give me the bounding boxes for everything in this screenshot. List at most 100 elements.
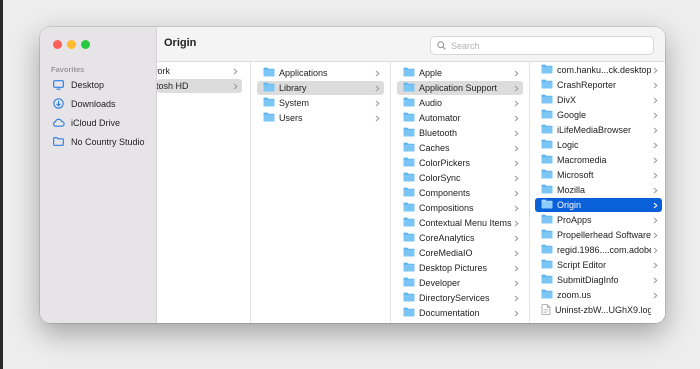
folder-item[interactable]: CoreMediaIO [397,246,523,260]
folder-icon [51,137,66,146]
minimize-button[interactable] [67,40,76,49]
folder-item[interactable]: Script Editor [535,258,662,272]
search-icon [437,41,446,50]
folder-icon [403,172,415,184]
item-label: DirectoryServices [419,293,490,303]
toolbar: Origin [157,27,665,62]
downloads-icon [51,98,66,109]
chevron-right-icon [512,70,520,77]
folder-item[interactable]: Compositions [397,201,523,215]
chevron-right-icon [651,82,659,89]
folder-item[interactable]: ProApps [535,213,662,227]
window-title: Origin [164,37,197,49]
folder-icon [403,307,415,319]
folder-item[interactable]: Propellerhead Software [535,228,662,242]
folder-item[interactable]: Audio [397,96,523,110]
folder-item[interactable]: CrashReporter [535,78,662,92]
item-label: Desktop Pictures [419,263,488,273]
browser-column-1[interactable]: work ntosh HD [157,62,250,323]
folder-item[interactable]: Google [535,108,662,122]
folder-icon [541,94,553,106]
chevron-right-icon [373,70,381,77]
chevron-right-icon [512,190,520,197]
search-input[interactable] [451,40,631,51]
folder-item[interactable]: Library [257,81,384,95]
folder-item[interactable]: SubmitDiagInfo [535,273,662,287]
item-label: Bluetooth [419,128,458,138]
folder-item[interactable]: com.hanku...ck.desktop [535,63,662,77]
folder-item[interactable]: Application Support [397,81,523,95]
file-item[interactable]: Uninst-zbW...UGhX9.log [535,303,662,317]
folder-icon [541,229,553,241]
folder-icon [541,109,553,121]
browser-column-2[interactable]: Applications Library System Users [251,62,390,323]
chevron-right-icon [512,265,520,272]
folder-item[interactable]: Microsoft [535,168,662,182]
folder-item[interactable]: Developer [397,276,523,290]
folder-icon [541,184,553,196]
folder-icon [403,187,415,199]
folder-item[interactable]: Bluetooth [397,126,523,140]
folder-icon [263,112,275,124]
folder-item[interactable]: ColorPickers [397,156,523,170]
folder-icon [541,169,553,181]
chevron-right-icon [512,205,520,212]
folder-item[interactable]: Macromedia [535,153,662,167]
folder-item[interactable]: CoreAnalytics [397,231,523,245]
folder-item[interactable]: ColorSync [397,171,523,185]
folder-item[interactable]: Components [397,186,523,200]
item-label: ntosh HD [157,81,189,91]
folder-item[interactable]: iLifeMediaBrowser [535,123,662,137]
sidebar-item-no-country-studio[interactable]: No Country Studio [47,133,151,150]
folder-item[interactable]: Applications [257,66,384,80]
folder-item[interactable]: Mozilla [535,183,662,197]
folder-icon [541,64,553,76]
sidebar-item-icloud-drive[interactable]: iCloud Drive [47,114,151,131]
folder-icon [403,112,415,124]
folder-item[interactable]: DivX [535,93,662,107]
folder-item[interactable]: Origin [535,198,662,212]
chevron-right-icon [651,172,659,179]
browser-column-3[interactable]: Apple Application Support Audio Automator Bl… [391,62,529,323]
item-label: SubmitDiagInfo [557,275,619,285]
chevron-right-icon [651,247,659,254]
browser-column-4[interactable]: com.hanku...ck.desktop CrashReporter DivX G… [530,62,665,323]
folder-item[interactable]: DirectoryServices [397,291,523,305]
folder-item[interactable]: Caches [397,141,523,155]
folder-item[interactable]: Automator [397,111,523,125]
folder-item[interactable]: Users [257,111,384,125]
item-label: Components [419,188,471,198]
favorites-heading: Favorites [51,65,85,74]
folder-item[interactable]: work [157,64,242,78]
item-label: Uninst-zbW...UGhX9.log [555,305,651,315]
chevron-right-icon [512,100,520,107]
item-label: Automator [419,113,461,123]
folder-item[interactable]: System [257,96,384,110]
item-label: Library [279,83,307,93]
folder-icon [541,274,553,286]
item-label: Application Support [419,83,498,93]
folder-icon [403,97,415,109]
search-field[interactable] [430,36,654,55]
item-label: Propellerhead Software [557,230,651,240]
sidebar-item-desktop[interactable]: Desktop [47,76,151,93]
chevron-right-icon [651,142,659,149]
folder-item[interactable]: zoom.us [535,288,662,302]
folder-item[interactable]: Contextual Menu Items [397,216,523,230]
folder-icon [541,139,553,151]
folder-item[interactable]: Desktop Pictures [397,261,523,275]
document-icon [541,303,551,317]
chevron-right-icon [231,68,239,75]
close-button[interactable] [53,40,62,49]
chevron-right-icon [651,67,659,74]
item-label: Mozilla [557,185,586,195]
chevron-right-icon [651,262,659,269]
sidebar-item-downloads[interactable]: Downloads [47,95,151,112]
folder-item[interactable]: Logic [535,138,662,152]
zoom-button[interactable] [81,40,90,49]
folder-item[interactable]: regid.1986....com.adobe [535,243,662,257]
item-label: Script Editor [557,260,607,270]
folder-item[interactable]: Documentation [397,306,523,320]
folder-item[interactable]: ntosh HD [157,79,242,93]
folder-item[interactable]: Apple [397,66,523,80]
